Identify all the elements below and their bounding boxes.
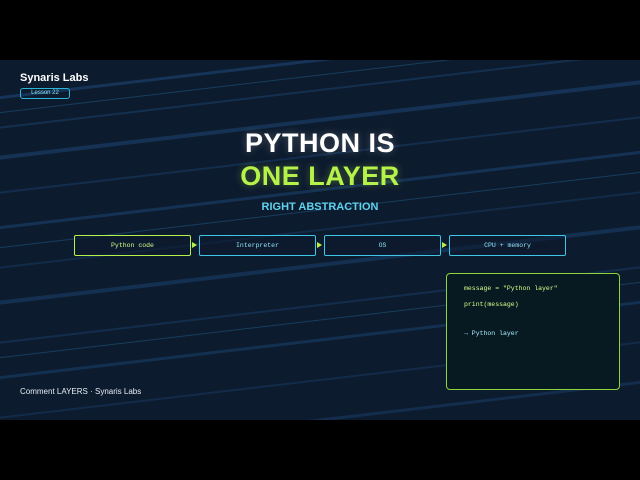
lesson-badge: Lesson 22 bbox=[20, 88, 70, 99]
stack-node-cpu-memory: CPU + memory bbox=[449, 235, 566, 256]
arrow-right-icon bbox=[442, 242, 447, 248]
title-line-2: ONE LAYER bbox=[240, 161, 400, 191]
stack-node-interpreter: Interpreter bbox=[199, 235, 316, 256]
code-line-print: print(message) bbox=[464, 301, 519, 308]
stack-node-os: OS bbox=[324, 235, 441, 256]
subtitle: RIGHT ABSTRACTION bbox=[261, 201, 379, 213]
video-frame: Synaris Labs Lesson 22 PYTHON IS ONE LAY… bbox=[0, 60, 640, 420]
code-output: → Python layer bbox=[464, 330, 519, 337]
footer-caption: Comment LAYERS · Synaris Labs bbox=[20, 387, 142, 396]
stack-node-python-code: Python code bbox=[74, 235, 191, 256]
arrow-right-icon bbox=[317, 242, 322, 248]
code-line-assignment: message = "Python layer" bbox=[464, 285, 558, 292]
brand-name: Synaris Labs bbox=[20, 72, 89, 84]
title-line-1: PYTHON IS bbox=[244, 128, 396, 158]
code-panel: message = "Python layer" print(message) … bbox=[446, 273, 620, 390]
arrow-right-icon bbox=[192, 242, 197, 248]
